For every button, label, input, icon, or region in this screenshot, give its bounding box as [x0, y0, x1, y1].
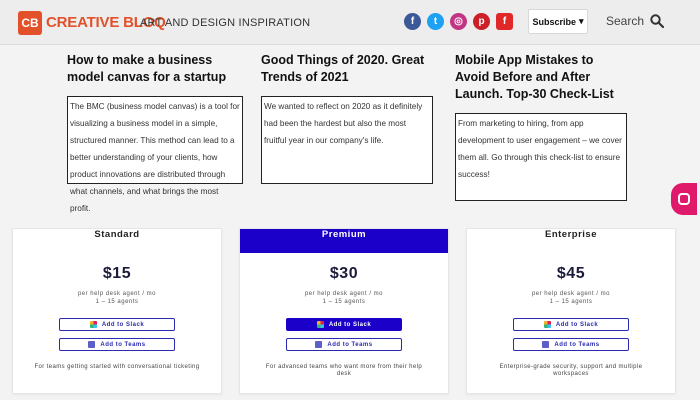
search-icon: [650, 14, 665, 28]
plan-price: $30: [329, 265, 359, 282]
tagline: ART AND DESIGN INSPIRATION: [140, 17, 311, 29]
teams-icon: [315, 341, 323, 348]
plan-name: Enterprise: [545, 229, 597, 240]
article-excerpt: From marketing to hiring, from app devel…: [455, 113, 627, 201]
add-to-teams-button[interactable]: Add to Teams: [513, 338, 629, 351]
twitter-icon[interactable]: t: [427, 13, 444, 30]
plan-description: For teams getting started with conversat…: [34, 364, 200, 370]
plan-agents: 1 – 15 agents: [95, 299, 139, 305]
add-to-teams-label: Add to Teams: [554, 341, 600, 348]
plan-description: For advanced teams who want more from th…: [265, 364, 423, 377]
plan-price: $45: [556, 265, 586, 282]
search-label: Search: [606, 14, 645, 28]
add-to-slack-button[interactable]: Add to Slack: [513, 318, 629, 331]
plan-name: Standard: [94, 229, 140, 240]
plan-agents: 1 – 15 agents: [549, 299, 593, 305]
plan-price: $15: [102, 265, 132, 282]
article-card[interactable]: Good Things of 2020. Great Trends of 202…: [261, 52, 433, 184]
article-excerpt: The BMC (business model canvas) is a too…: [67, 96, 243, 213]
logo-mark: CB: [18, 10, 42, 35]
search-button[interactable]: Search: [606, 14, 665, 28]
subscribe-button[interactable]: Subscribe ▾: [528, 9, 588, 34]
pricing-card-enterprise: Enterprise $45 per help desk agent / mo …: [466, 228, 676, 394]
plan-name: Premium: [240, 229, 448, 253]
flipboard-icon[interactable]: f: [496, 13, 513, 30]
plan-unit: per help desk agent / mo: [304, 291, 384, 297]
article-card[interactable]: How to make a business model canvas for …: [67, 52, 243, 213]
chat-widget-button[interactable]: [671, 183, 697, 215]
add-to-slack-label: Add to Slack: [555, 321, 599, 328]
article-title[interactable]: Mobile App Mistakes to Avoid Before and …: [455, 52, 627, 103]
facebook-icon[interactable]: f: [404, 13, 421, 30]
pricing-card-premium: Premium $30 per help desk agent / mo 1 –…: [239, 228, 449, 394]
add-to-teams-button[interactable]: Add to Teams: [286, 338, 402, 351]
plan-description: Enterprise-grade security, support and m…: [499, 364, 643, 377]
site-header: CB CREATIVE BLOQ ART AND DESIGN INSPIRAT…: [0, 0, 700, 45]
subscribe-label: Subscribe: [532, 16, 576, 27]
article-card[interactable]: Mobile App Mistakes to Avoid Before and …: [455, 52, 627, 201]
add-to-slack-label: Add to Slack: [101, 321, 145, 328]
chevron-down-icon: ▾: [578, 16, 584, 26]
add-to-slack-button[interactable]: Add to Slack: [59, 318, 175, 331]
article-title[interactable]: Good Things of 2020. Great Trends of 202…: [261, 52, 433, 86]
add-to-teams-label: Add to Teams: [100, 341, 146, 348]
add-to-teams-label: Add to Teams: [327, 341, 373, 348]
pinterest-icon[interactable]: p: [473, 13, 490, 30]
plan-unit: per help desk agent / mo: [77, 291, 157, 297]
add-to-slack-label: Add to Slack: [328, 321, 372, 328]
add-to-slack-button[interactable]: Add to Slack: [286, 318, 402, 331]
article-title[interactable]: How to make a business model canvas for …: [67, 52, 243, 86]
plan-unit: per help desk agent / mo: [531, 291, 611, 297]
teams-icon: [542, 341, 550, 348]
instagram-icon[interactable]: ◎: [450, 13, 467, 30]
chat-icon: [678, 193, 690, 205]
add-to-teams-button[interactable]: Add to Teams: [59, 338, 175, 351]
slack-icon: [316, 321, 324, 328]
article-excerpt: We wanted to reflect on 2020 as it defin…: [261, 96, 433, 184]
teams-icon: [88, 341, 96, 348]
slack-icon: [543, 321, 551, 328]
pricing-card-standard: Standard $15 per help desk agent / mo 1 …: [12, 228, 222, 394]
plan-agents: 1 – 15 agents: [322, 299, 366, 305]
slack-icon: [89, 321, 97, 328]
